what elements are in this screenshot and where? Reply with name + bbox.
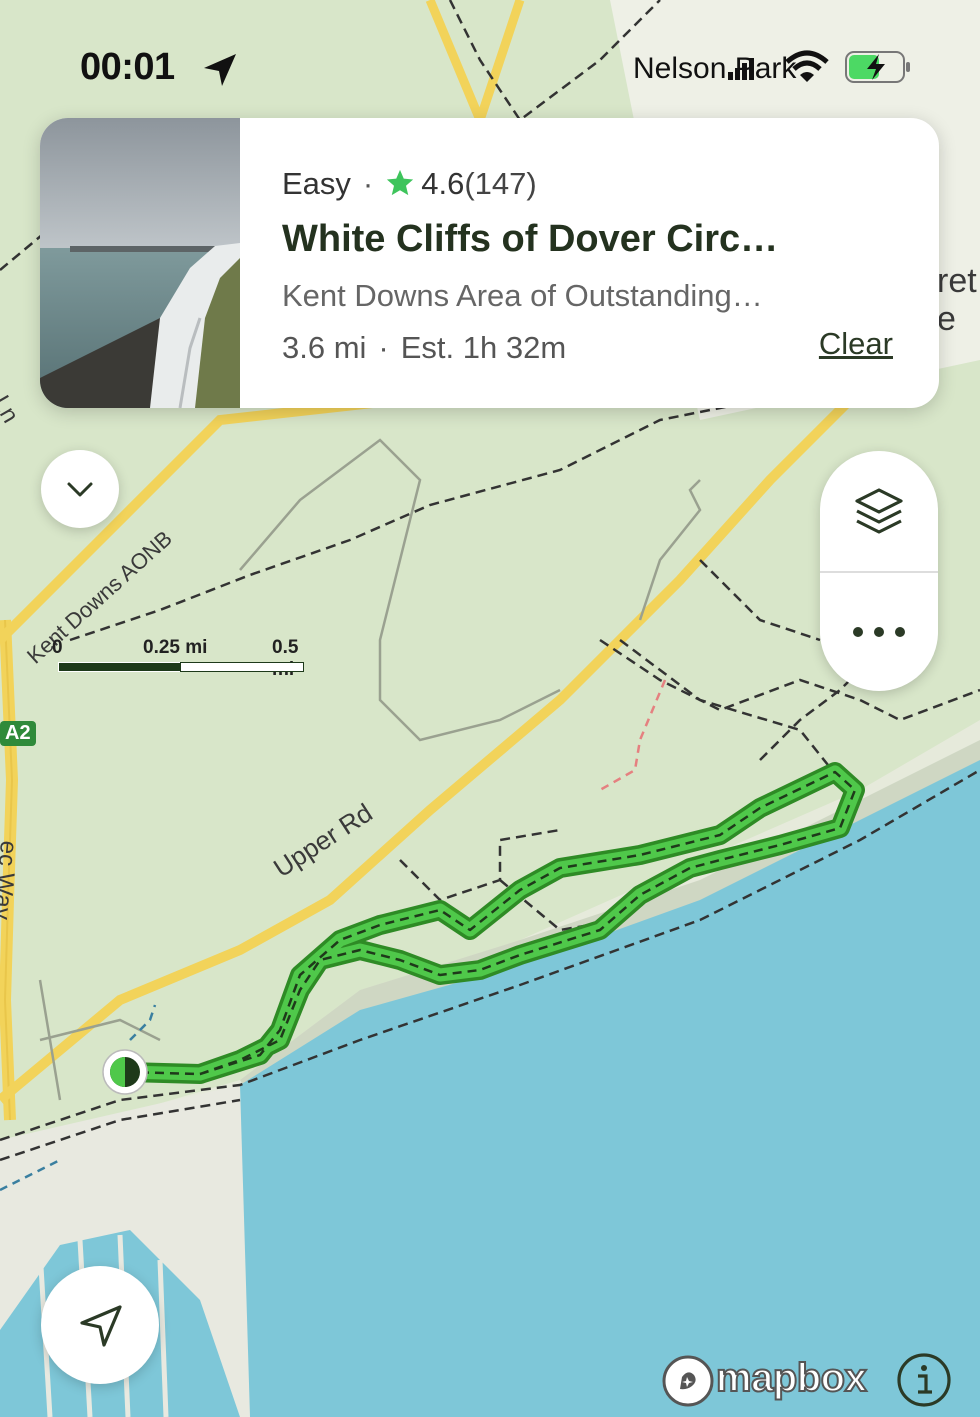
map-label-ret: ret xyxy=(937,262,977,300)
trail-card-body: Easy · 4.6(147) White Cliffs of Dover Circ… xyxy=(282,118,939,408)
trail-stats: 3.6 mi · Est. 1h 32m xyxy=(282,330,567,365)
road-shield-a2: A2 xyxy=(0,721,36,746)
scale-bar: 0 0.25 mi 0.5 mi xyxy=(50,637,310,680)
scale-label-half: 0.5 mi xyxy=(272,637,299,680)
trail-distance: 3.6 mi xyxy=(282,330,367,365)
scale-label-zero: 0 xyxy=(52,637,63,658)
mapbox-logo-icon[interactable] xyxy=(660,1353,716,1409)
star-icon xyxy=(387,169,414,196)
trail-photo xyxy=(40,118,240,408)
scale-label-quarter: 0.25 mi xyxy=(143,637,208,658)
map-controls-panel xyxy=(820,451,938,691)
collapse-button[interactable] xyxy=(41,450,119,528)
map-label-e: e xyxy=(937,300,956,338)
wifi-icon xyxy=(785,50,829,82)
navigation-arrow-icon xyxy=(80,1305,122,1347)
layers-icon xyxy=(855,488,903,534)
rating-value: 4.6 xyxy=(421,166,465,201)
more-icon xyxy=(853,627,905,637)
trail-park: Kent Downs Area of Outstanding… xyxy=(282,278,763,313)
trail-title[interactable]: White Cliffs of Dover Circ… xyxy=(282,218,778,261)
chevron-down-icon xyxy=(67,482,93,497)
scale-bar-light xyxy=(180,662,304,672)
trail-card[interactable]: Easy · 4.6(147) White Cliffs of Dover Circ… xyxy=(40,118,939,408)
locate-button[interactable] xyxy=(41,1266,159,1384)
mapbox-attribution[interactable]: mapbox xyxy=(715,1355,868,1401)
signal-icon xyxy=(728,58,754,80)
status-carrier: Nelson Park xyxy=(633,52,797,85)
battery-icon xyxy=(845,51,910,83)
status-time: 00:01 xyxy=(80,46,175,88)
info-icon[interactable] xyxy=(896,1352,952,1408)
location-arrow-icon xyxy=(204,54,236,86)
trail-duration: Est. 1h 32m xyxy=(400,330,567,365)
layers-button[interactable] xyxy=(820,451,938,571)
more-button[interactable] xyxy=(820,573,938,691)
status-bar: 00:01 Nelson Park xyxy=(0,40,980,100)
review-count: (147) xyxy=(464,166,537,201)
trailhead-marker[interactable] xyxy=(102,1049,148,1095)
difficulty-label: Easy xyxy=(282,166,351,201)
trail-meta: Easy · 4.6(147) xyxy=(282,166,537,201)
scale-bar-dark xyxy=(58,662,182,672)
clear-button[interactable]: Clear xyxy=(819,326,893,362)
